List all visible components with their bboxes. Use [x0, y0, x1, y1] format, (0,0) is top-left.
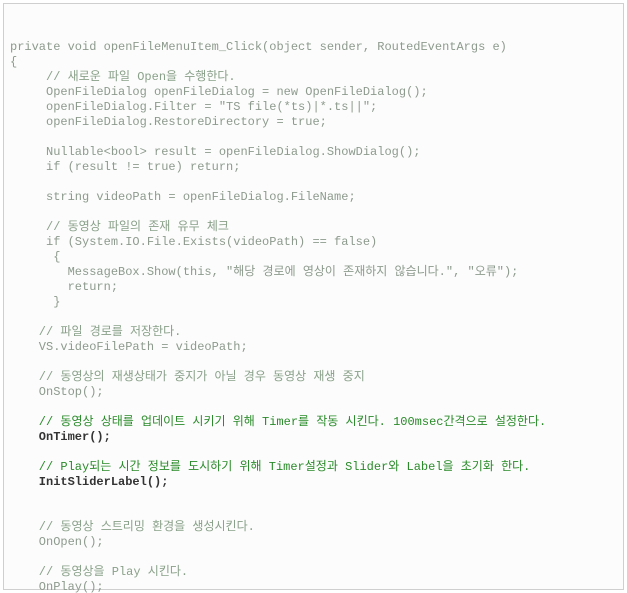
code-line — [10, 310, 617, 325]
code-line: // 동영상 스트리밍 환경을 생성시킨다. — [10, 520, 617, 535]
code-line: MessageBox.Show(this, "해당 경로에 영상이 존재하지 않… — [10, 265, 617, 280]
code-line: OnOpen(); — [10, 535, 617, 550]
code-line — [10, 400, 617, 415]
code-line: // 동영상의 재생상태가 중지가 아닐 경우 동영상 재생 중지 — [10, 370, 617, 385]
code-line: VS.videoFilePath = videoPath; — [10, 340, 617, 355]
code-line — [10, 205, 617, 220]
code-line — [10, 175, 617, 190]
code-line: { — [10, 55, 617, 70]
code-line: OnStop(); — [10, 385, 617, 400]
code-line: OnPlay(); — [10, 580, 617, 593]
code-line: return; — [10, 280, 617, 295]
code-line: // 새로운 파일 Open을 수행한다. — [10, 70, 617, 85]
code-line: private void openFileMenuItem_Click(obje… — [10, 40, 617, 55]
code-line: OnTimer(); — [10, 430, 617, 445]
code-line — [10, 445, 617, 460]
code-line — [10, 550, 617, 565]
code-line — [10, 355, 617, 370]
code-line: InitSliderLabel(); — [10, 475, 617, 490]
code-line: // 파일 경로를 저장한다. — [10, 325, 617, 340]
code-line: Nullable<bool> result = openFileDialog.S… — [10, 145, 617, 160]
code-line — [10, 130, 617, 145]
code-line: // 동영상 상태를 업데이트 시키기 위해 Timer를 작동 시킨다. 10… — [10, 415, 617, 430]
code-line: // 동영상 파일의 존재 유무 체크 — [10, 220, 617, 235]
code-line: OpenFileDialog openFileDialog = new Open… — [10, 85, 617, 100]
code-line: { — [10, 250, 617, 265]
code-lines: private void openFileMenuItem_Click(obje… — [10, 40, 617, 593]
code-line: // 동영상을 Play 시킨다. — [10, 565, 617, 580]
code-line: openFileDialog.RestoreDirectory = true; — [10, 115, 617, 130]
code-line: } — [10, 295, 617, 310]
code-line: if (System.IO.File.Exists(videoPath) == … — [10, 235, 617, 250]
code-line — [10, 490, 617, 505]
code-line: openFileDialog.Filter = "TS file(*ts)|*.… — [10, 100, 617, 115]
code-snippet: private void openFileMenuItem_Click(obje… — [3, 3, 624, 590]
code-line: // Play되는 시간 정보를 도시하기 위해 Timer설정과 Slider… — [10, 460, 617, 475]
code-line: if (result != true) return; — [10, 160, 617, 175]
code-line — [10, 505, 617, 520]
code-line: string videoPath = openFileDialog.FileNa… — [10, 190, 617, 205]
